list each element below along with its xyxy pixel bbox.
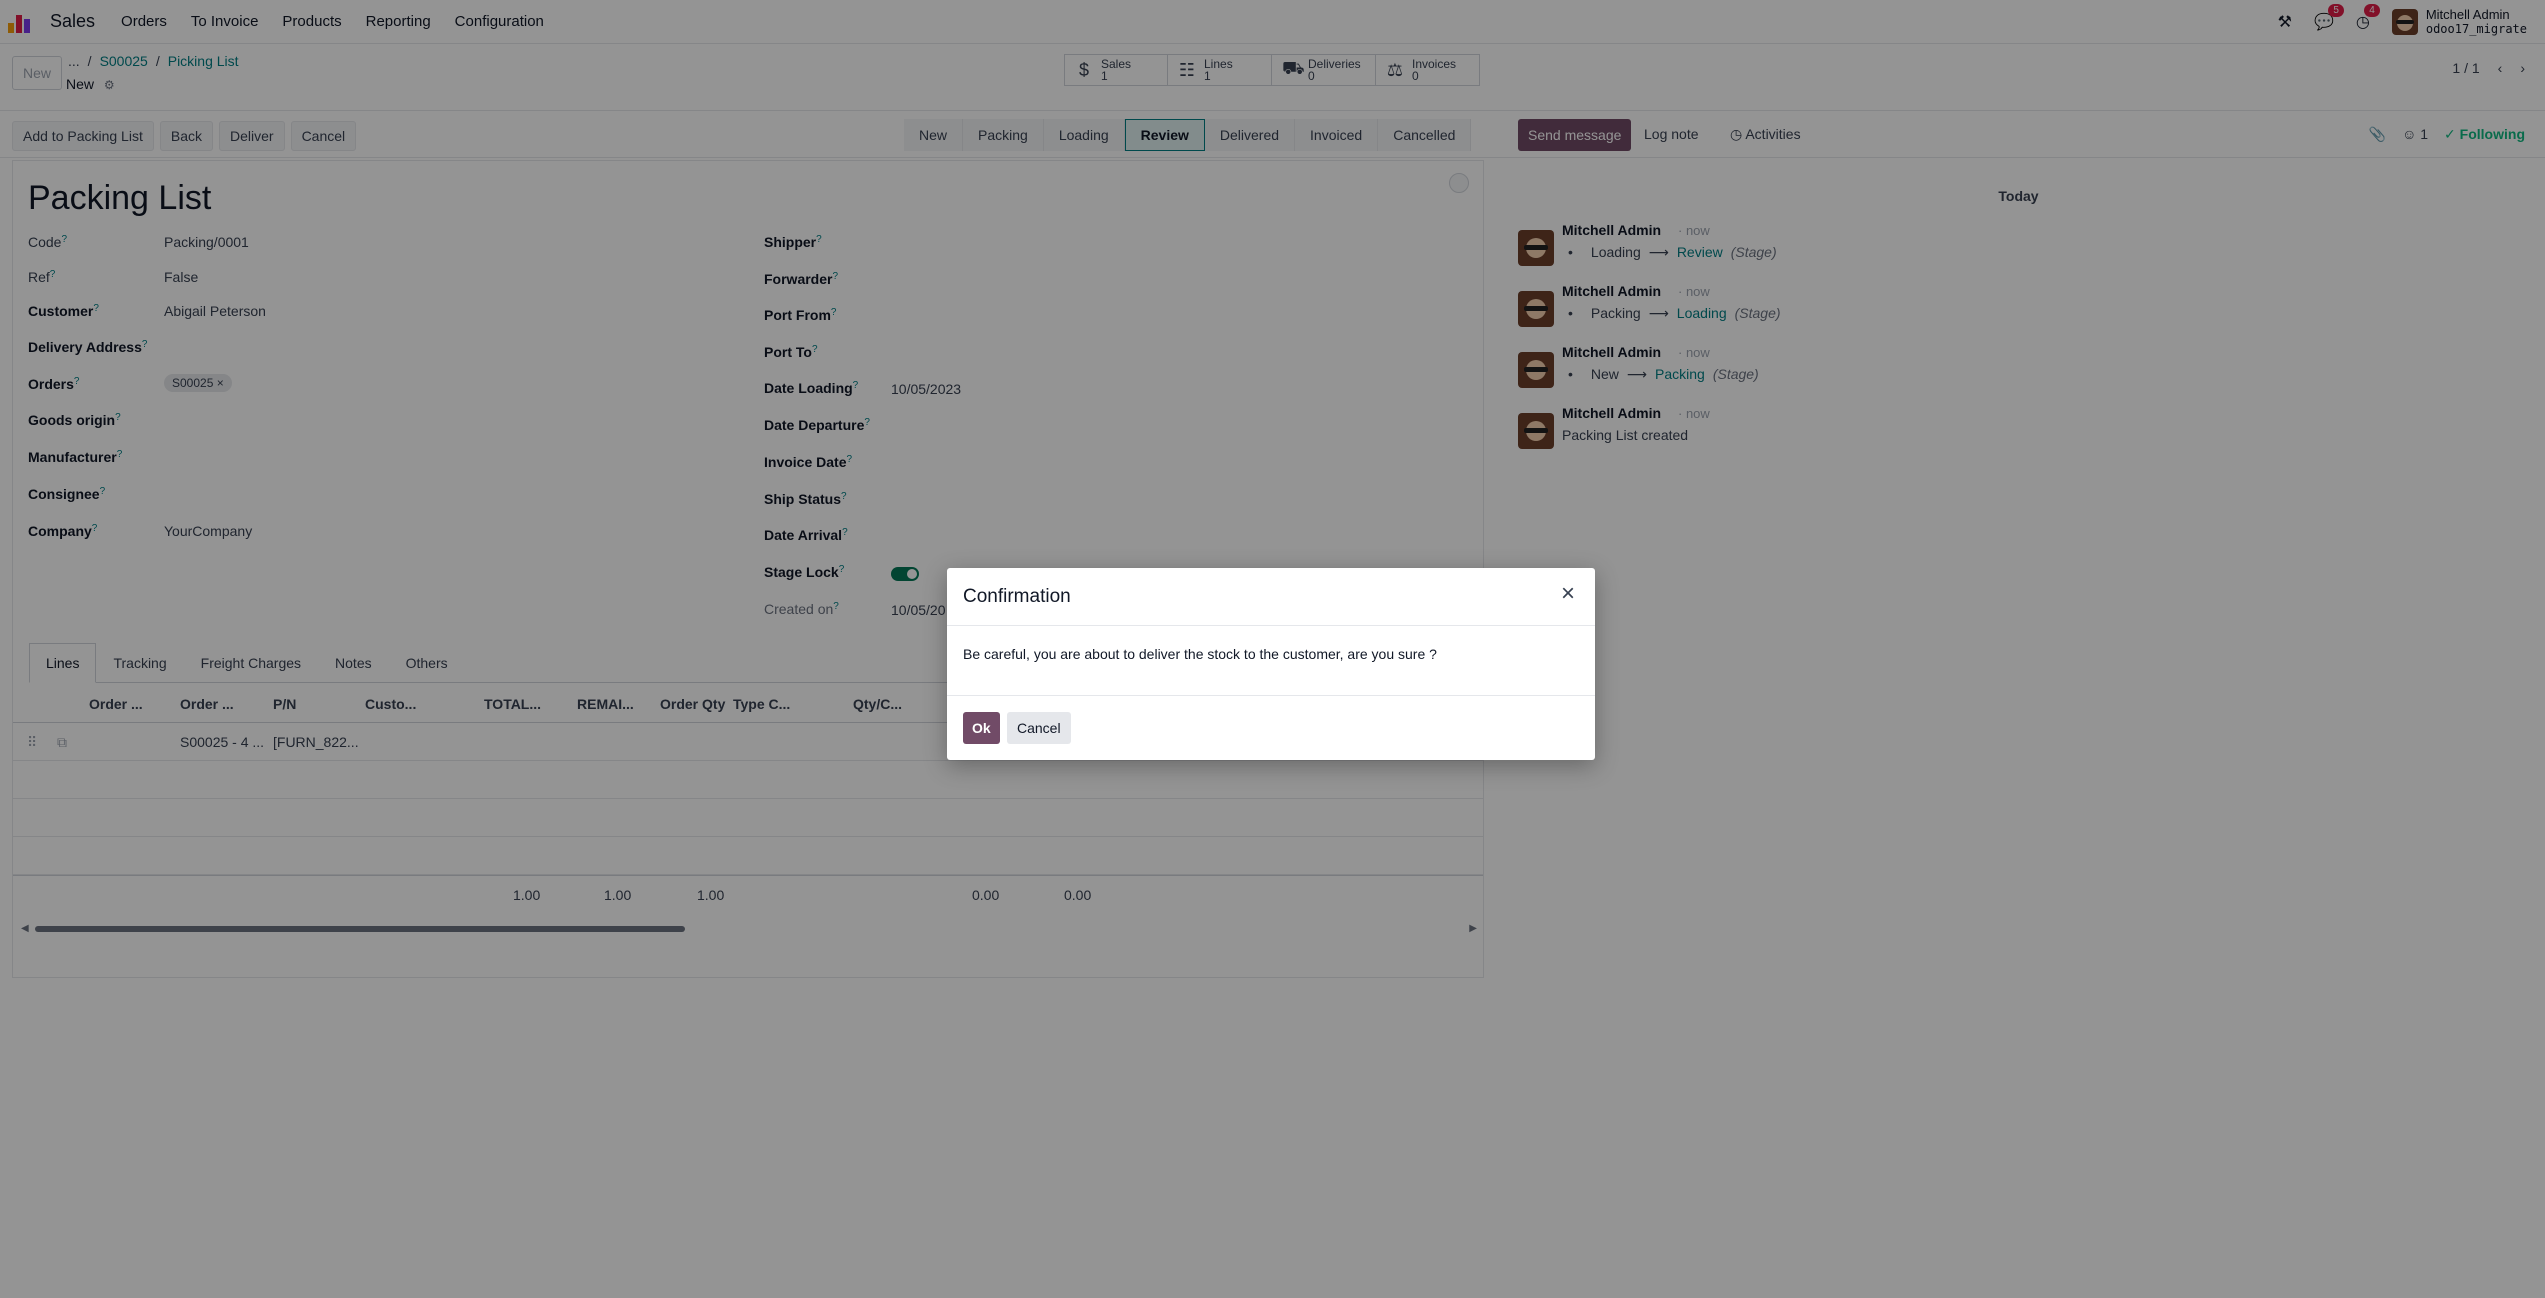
cancel-button[interactable]: Cancel xyxy=(1007,712,1071,744)
dialog-title: Confirmation xyxy=(963,586,1071,607)
confirmation-dialog: Confirmation × Be careful, you are about… xyxy=(947,568,1595,760)
ok-button[interactable]: Ok xyxy=(963,712,1000,744)
dialog-message: Be careful, you are about to deliver the… xyxy=(963,646,1437,662)
close-icon[interactable]: × xyxy=(1555,582,1581,608)
